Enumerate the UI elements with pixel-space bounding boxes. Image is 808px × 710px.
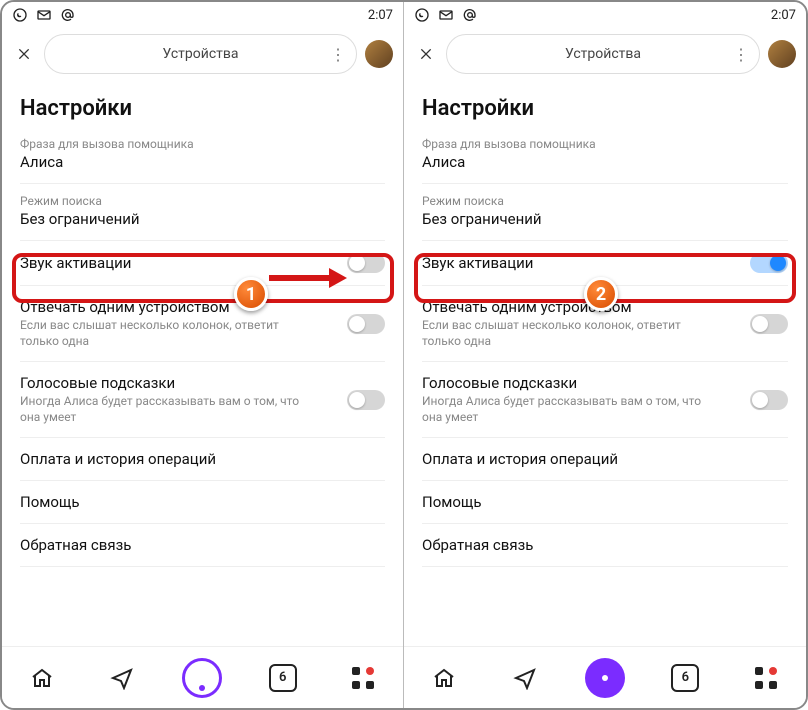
help-label: Помощь [422,493,482,511]
voice-hints-label: Голосовые подсказки [422,374,702,392]
header-pill[interactable]: Устройства ⋮ [44,34,357,74]
clock: 2:07 [771,8,796,23]
voice-hints-label: Голосовые подсказки [20,374,300,392]
single-device-toggle[interactable] [347,314,385,334]
home-icon[interactable] [424,658,464,698]
bottom-nav: 6 [404,646,806,708]
activation-sound-toggle[interactable] [750,253,788,273]
tab-count: 6 [671,664,699,692]
status-bar: 2:07 [2,2,403,28]
arrow-icon [267,264,347,296]
clock: 2:07 [368,8,393,23]
single-device-label: Отвечать одним устройством [422,298,702,316]
at-icon [462,7,478,23]
header-title: Устройства [565,46,641,62]
help-row[interactable]: Помощь [422,481,788,524]
activation-sound-toggle[interactable] [347,253,385,273]
feedback-label: Обратная связь [422,536,533,554]
activation-sound-label: Звук активации [422,254,533,272]
activation-phrase-label: Фраза для вызова помощника [422,137,788,151]
voice-hints-row: Голосовые подсказки Иногда Алиса будет р… [20,362,385,438]
avatar[interactable] [365,40,393,68]
activation-phrase-label: Фраза для вызова помощника [20,137,385,151]
search-mode-label: Режим поиска [422,194,788,208]
home-icon[interactable] [22,658,62,698]
whatsapp-icon [12,7,28,23]
badge-2: 2 [584,277,618,311]
mail-icon [36,7,52,23]
activation-phrase-value[interactable]: Алиса [20,151,385,184]
voice-hints-toggle[interactable] [750,390,788,410]
payments-label: Оплата и история операций [422,450,618,468]
page-title: Настройки [422,96,788,121]
at-icon [60,7,76,23]
phone-right: 2:07 Устройства ⋮ Настройки Фраза для вы… [404,2,806,708]
help-label: Помощь [20,493,80,511]
voice-hints-toggle[interactable] [347,390,385,410]
feedback-row[interactable]: Обратная связь [422,524,788,567]
more-icon[interactable]: ⋮ [733,45,747,64]
feedback-label: Обратная связь [20,536,131,554]
menu-icon[interactable] [343,658,383,698]
tabs-icon[interactable]: 6 [665,658,705,698]
tab-count: 6 [269,664,297,692]
avatar[interactable] [768,40,796,68]
search-mode-value[interactable]: Без ограничений [422,208,788,241]
header-pill[interactable]: Устройства ⋮ [446,34,760,74]
send-icon[interactable] [102,658,142,698]
single-device-toggle[interactable] [750,314,788,334]
search-mode-value[interactable]: Без ограничений [20,208,385,241]
payments-row[interactable]: Оплата и история операций [20,438,385,481]
voice-hints-row: Голосовые подсказки Иногда Алиса будет р… [422,362,788,438]
single-device-hint: Если вас слышат несколько колонок, ответ… [20,318,300,349]
close-button[interactable] [414,42,438,66]
alice-icon[interactable] [182,658,222,698]
voice-hints-hint: Иногда Алиса будет рассказывать вам о то… [422,394,702,425]
activation-phrase-value[interactable]: Алиса [422,151,788,184]
header-title: Устройства [162,46,238,62]
activation-sound-label: Звук активации [20,254,131,272]
page-title: Настройки [20,96,385,121]
payments-label: Оплата и история операций [20,450,216,468]
voice-hints-hint: Иногда Алиса будет рассказывать вам о то… [20,394,300,425]
send-icon[interactable] [505,658,545,698]
mail-icon [438,7,454,23]
close-button[interactable] [12,42,36,66]
tabs-icon[interactable]: 6 [263,658,303,698]
help-row[interactable]: Помощь [20,481,385,524]
bottom-nav: 6 [2,646,403,708]
menu-icon[interactable] [746,658,786,698]
phone-left: 2:07 Устройства ⋮ Настройки Фраза для вы… [2,2,404,708]
feedback-row[interactable]: Обратная связь [20,524,385,567]
single-device-row: Отвечать одним устройством Если вас слыш… [20,286,385,362]
alice-icon[interactable] [585,658,625,698]
search-mode-label: Режим поиска [20,194,385,208]
payments-row[interactable]: Оплата и история операций [422,438,788,481]
whatsapp-icon [414,7,430,23]
status-bar: 2:07 [404,2,806,28]
single-device-hint: Если вас слышат несколько колонок, ответ… [422,318,702,349]
more-icon[interactable]: ⋮ [330,45,344,64]
badge-1: 1 [234,277,268,311]
